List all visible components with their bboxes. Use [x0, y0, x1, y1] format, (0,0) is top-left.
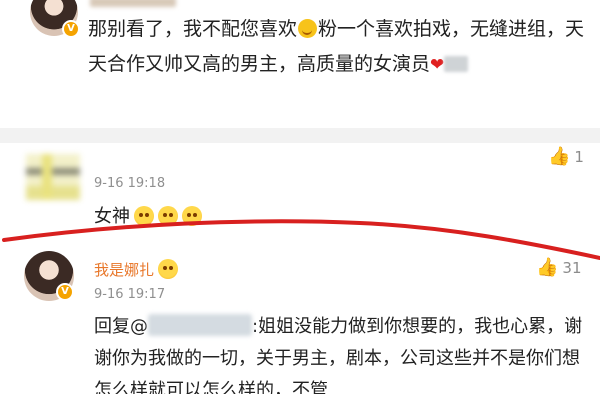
heart-icon: ❤ — [430, 55, 445, 75]
post-card: V 那别看了，我不配您喜欢 粉一个喜欢拍戏，无缝进组，天天合作又帅又高的男主，高质… — [0, 0, 600, 128]
like-button[interactable]: 👍 1 — [548, 146, 584, 167]
comment-text-label: 女神 — [94, 206, 130, 227]
thumb-up-icon: 👍 — [536, 257, 559, 278]
blurred-content — [444, 56, 469, 72]
post-text-part-1: 那别看了，我不配您喜欢 — [88, 18, 298, 40]
post-body: 那别看了，我不配您喜欢 粉一个喜欢拍戏，无缝进组，天天合作又帅又高的男主，高质量的… — [88, 12, 588, 83]
comment-time: 9-16 19:18 — [94, 176, 166, 191]
comments-list: 9-16 19:18 👍 1 女神 V 我是娜扎 9-16 19:17 👍 31… — [0, 143, 600, 394]
blurred-post-author — [90, 0, 176, 7]
comment-author[interactable]: 我是娜扎 — [94, 259, 179, 280]
verified-icon: V — [56, 283, 74, 301]
crown-emoji-icon — [158, 259, 179, 279]
reply-prefix: 回复@ — [94, 316, 148, 337]
verified-icon: V — [62, 20, 80, 38]
smile-emoji-icon — [298, 19, 318, 38]
comment-time: 9-16 19:17 — [94, 287, 166, 302]
comment-avatar-pixelated[interactable] — [26, 154, 80, 200]
emoji-face-icon — [182, 206, 202, 226]
reply-text: 回复@:姐姐没能力做到你想要的，我也心累，谢谢你为我做的一切，关于男主，剧本，公… — [94, 311, 594, 394]
like-count: 31 — [562, 259, 582, 277]
like-count: 1 — [574, 148, 584, 166]
section-divider — [0, 128, 600, 143]
emoji-face-icon — [134, 206, 154, 226]
comment-text: 女神 — [94, 202, 202, 228]
like-button[interactable]: 👍 31 — [536, 257, 582, 278]
mentioned-user-link[interactable] — [148, 314, 252, 336]
emoji-face-icon — [158, 206, 178, 226]
comment-author-name: 我是娜扎 — [94, 261, 155, 279]
thumb-up-icon: 👍 — [548, 146, 571, 167]
